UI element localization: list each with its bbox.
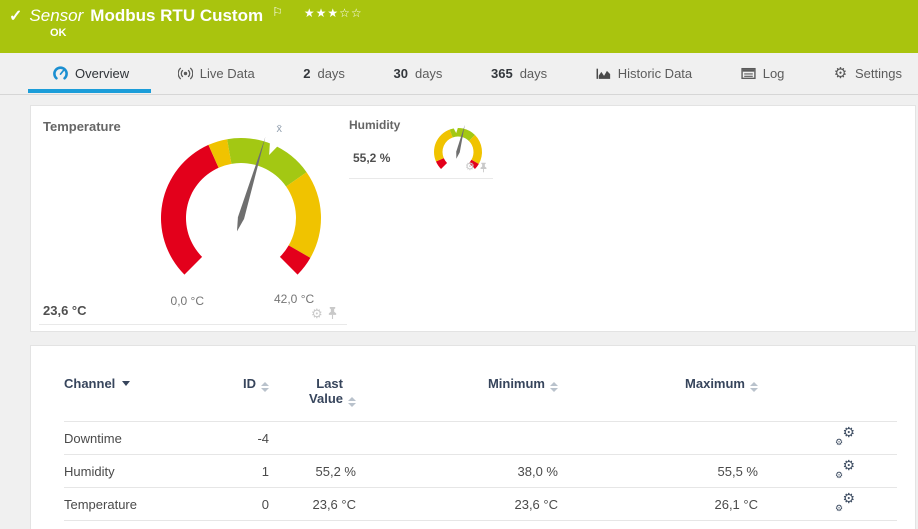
gauge-icon [53,66,68,81]
priority-flag-icon[interactable]: ⚐ [272,5,283,19]
table-row: Humidity 1 55,2 % 38,0 % 55,5 % ⚙ ⚙ [64,455,897,488]
column-label: Last Value [309,376,343,406]
pin-icon[interactable] [479,162,488,173]
sort-icon [550,382,558,392]
table-header-row: Channel ID Last Value Minimum Maximum [64,368,897,422]
column-label: Channel [64,376,116,391]
tab-settings[interactable]: ⚙ Settings [833,53,902,94]
tab-label: days [519,66,548,81]
channel-name: Temperature [64,496,137,512]
tab-label: Log [762,66,785,81]
humidity-gauge-title: Humidity [349,118,401,132]
tab-label: Historic Data [617,66,693,81]
table-row: Temperature 0 23,6 °C 23,6 °C 26,1 °C ⚙ ⚙ [64,488,897,521]
priority-stars[interactable]: ★★★☆☆ [304,6,363,20]
channel-settings-gears-icon[interactable]: ⚙ ⚙ [835,491,855,513]
channel-last-value [269,422,356,455]
table-row: Downtime -4 ⚙ ⚙ [64,422,897,455]
area-chart-icon [596,66,611,81]
channel-name: Humidity [64,463,115,479]
gauges-panel: Temperature x̄ 0,0 °C 42,0 °C 23,6 °C ⚙ … [30,105,916,332]
column-header-id[interactable]: ID [214,368,269,422]
log-list-icon [741,66,756,81]
channel-id: -4 [257,430,269,446]
channel-minimum: 23,6 °C [514,496,558,512]
tab-label: Settings [854,66,902,81]
gear-icon: ⚙ [833,65,848,82]
gauge-settings-gear-icon[interactable]: ⚙ [465,162,475,173]
column-label: ID [243,376,256,391]
temperature-cell-divider [39,324,347,325]
tab-2-days[interactable]: 2 days [303,53,345,94]
channel-name: Downtime [64,430,122,446]
tab-label: Overview [75,66,130,81]
channel-minimum [356,422,558,455]
temperature-gauge-title: Temperature [43,119,121,134]
column-header-channel[interactable]: Channel [64,368,214,422]
channel-maximum [558,422,758,455]
tab-overview[interactable]: Overview [27,53,152,94]
humidity-current-value: 55,2 % [353,151,391,165]
channels-table: Channel ID Last Value Minimum Maximum Do… [64,368,897,521]
sensor-status-badge: OK [50,27,67,39]
stars-empty[interactable]: ☆☆ [339,6,363,20]
tab-label: days [317,66,345,81]
channel-id: 1 [261,463,269,479]
humidity-cell-divider [349,178,493,179]
column-label: Minimum [487,376,545,391]
temperature-current-value: 23,6 °C [43,303,87,318]
tab-historic-data[interactable]: Historic Data [596,53,692,94]
ok-check-icon: ✓ [9,8,23,25]
channel-last-value: 55,2 % [315,463,356,479]
column-header-last-value[interactable]: Last Value [269,368,356,422]
tab-number: 30 [393,66,408,81]
gauge-settings-gear-icon[interactable]: ⚙ [311,307,323,320]
sort-icon [348,397,356,407]
svg-text:x̄: x̄ [277,123,283,135]
sort-desc-caret-icon [122,381,131,386]
channel-settings-gears-icon[interactable]: ⚙ ⚙ [835,425,855,447]
live-signal-icon [177,66,193,81]
channel-settings-gears-icon[interactable]: ⚙ ⚙ [835,458,855,480]
stars-filled[interactable]: ★★★ [304,6,339,20]
sensor-title: Modbus RTU Custom [90,6,264,25]
tab-live-data[interactable]: Live Data [177,53,255,94]
channel-minimum: 38,0 % [517,463,558,479]
object-type-label: Sensor [29,6,84,25]
channel-last-value: 23,6 °C [312,496,356,512]
column-header-maximum[interactable]: Maximum [558,368,758,422]
channel-maximum: 55,5 % [717,463,758,479]
column-header-minimum[interactable]: Minimum [356,368,558,422]
sort-icon [261,382,269,392]
column-header-actions [758,368,897,422]
tab-30-days[interactable]: 30 days [394,53,443,94]
sort-icon [750,382,758,392]
temperature-gauge-min: 0,0 °C [170,294,204,308]
temperature-gauge: x̄ [161,123,321,275]
sensor-status-header: ✓ Sensor Modbus RTU Custom ⚐ ★★★☆☆ OK [0,0,918,53]
tab-bar: Overview Live Data 2 days 30 days 365 da… [0,53,918,95]
column-label: Maximum [685,376,745,391]
temperature-gauge-max: 42,0 °C [274,292,315,306]
channel-maximum: 26,1 °C [714,496,758,512]
tab-number: 365 [491,66,513,81]
tab-log[interactable]: Log [741,53,785,94]
tab-number: 2 [303,66,311,81]
tab-label: days [414,66,443,81]
pin-icon[interactable] [327,306,338,320]
channel-id: 0 [261,496,269,512]
tab-label: Live Data [199,66,255,81]
tab-365-days[interactable]: 365 days [491,53,547,94]
channels-panel: Channel ID Last Value Minimum Maximum Do… [30,345,916,529]
